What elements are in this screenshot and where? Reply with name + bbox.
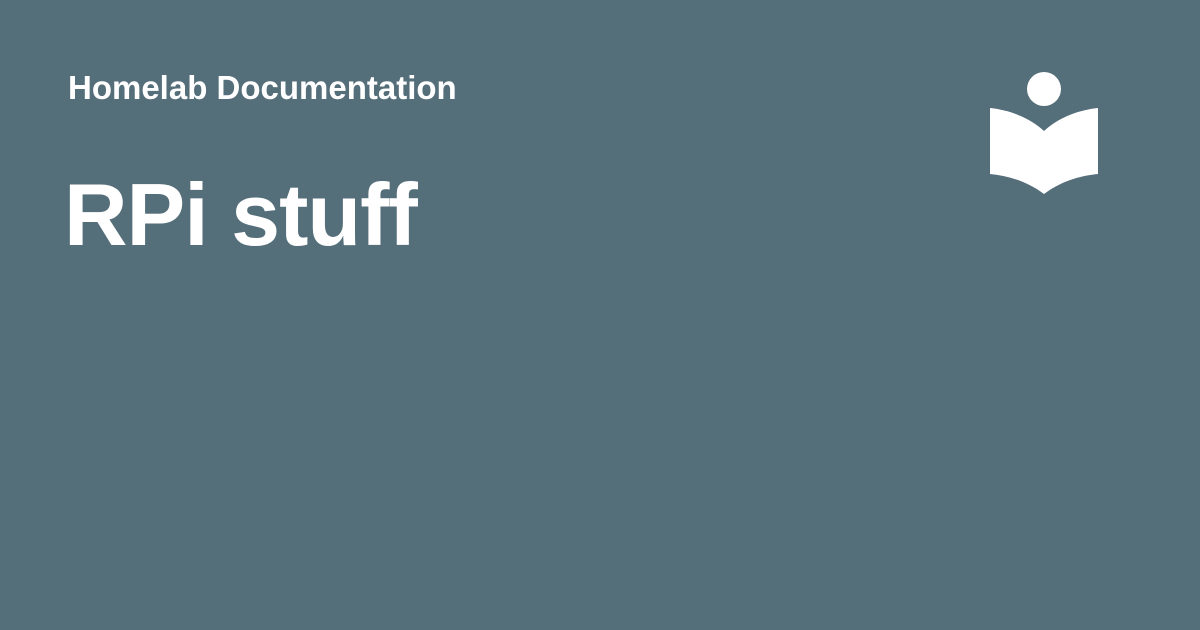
social-card: Homelab Documentation RPi stuff [0, 0, 1200, 630]
page-title: RPi stuff [64, 165, 418, 264]
book-reader-icon [990, 72, 1098, 194]
site-name: Homelab Documentation [68, 69, 457, 106]
